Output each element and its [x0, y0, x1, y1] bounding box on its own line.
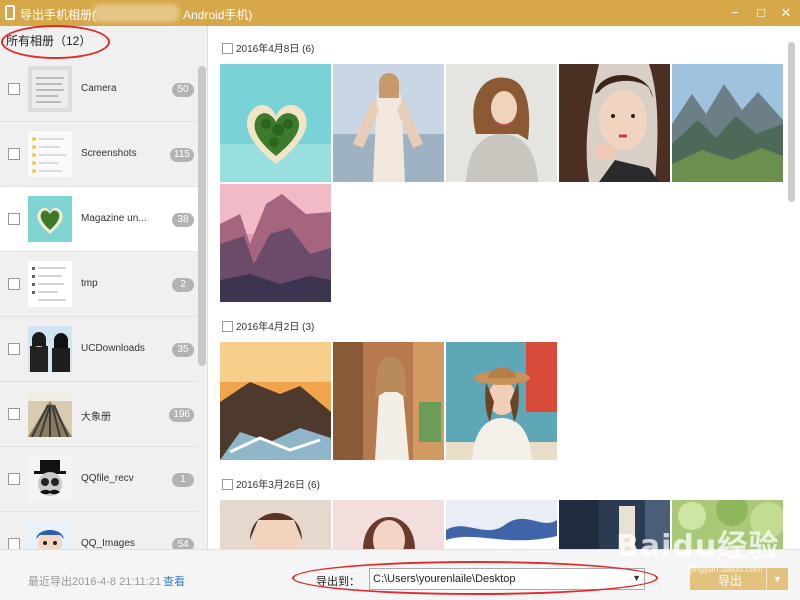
- photo-thumbnail[interactable]: [672, 64, 783, 182]
- album-thumbnail: [28, 66, 72, 112]
- album-thumbnail: [28, 391, 72, 437]
- photo-thumbnail[interactable]: [333, 500, 444, 549]
- photo-thumbnail[interactable]: [446, 500, 557, 549]
- annotation-oval-export-path: [292, 561, 658, 595]
- photo-thumbnail[interactable]: [220, 184, 331, 302]
- album-name: tmp: [81, 278, 98, 289]
- view-link[interactable]: 查看: [163, 576, 185, 588]
- album-thumbnail: [28, 196, 72, 242]
- date-group-label: 2016年4月8日 (6): [236, 44, 315, 55]
- baidu-watermark: Baidu经验: [616, 529, 780, 564]
- album-count-badge: 54: [172, 538, 194, 549]
- date-group-header[interactable]: 2016年4月8日 (6): [222, 40, 314, 55]
- phone-icon: [5, 5, 15, 20]
- date-group-label: 2016年4月2日 (3): [236, 322, 315, 333]
- date-group-header[interactable]: 2016年3月26日 (6): [222, 476, 320, 491]
- album-item-daxiangce[interactable]: 大象册 196: [0, 382, 198, 447]
- title-bar: 导出手机相册( Android手机) − □ ✕: [0, 0, 800, 26]
- album-checkbox[interactable]: [8, 343, 20, 355]
- album-name: Screenshots: [81, 148, 137, 159]
- album-sidebar: 所有相册（12） Camera 50 Screenshots 115 Magaz…: [0, 26, 208, 549]
- album-thumbnail: [28, 131, 72, 177]
- album-count-badge: 35: [172, 343, 194, 357]
- group-checkbox[interactable]: [222, 43, 233, 54]
- album-count-badge: 196: [169, 408, 194, 422]
- album-item-camera[interactable]: Camera 50: [0, 57, 198, 122]
- album-thumbnail: [28, 521, 72, 549]
- baidu-watermark-url: jingyan.baidu.com: [690, 564, 763, 574]
- date-group-header[interactable]: 2016年4月2日 (3): [222, 318, 314, 333]
- photo-grid-panel: 2016年4月8日 (6) 2016年4月2日 (3) 2016年3月26日 (…: [209, 26, 800, 549]
- album-checkbox[interactable]: [8, 408, 20, 420]
- album-checkbox[interactable]: [8, 83, 20, 95]
- window-title-device: Android手机): [183, 8, 253, 22]
- photo-thumbnail[interactable]: [559, 64, 670, 182]
- window-title: 导出手机相册(: [20, 8, 96, 22]
- album-name: QQfile_recv: [81, 473, 134, 484]
- album-item-qq-images[interactable]: QQ_Images 54: [0, 512, 198, 549]
- sidebar-scrollbar[interactable]: [198, 66, 206, 366]
- album-thumbnail: [28, 326, 72, 372]
- album-checkbox[interactable]: [8, 148, 20, 160]
- album-item-tmp[interactable]: tmp 2: [0, 252, 198, 317]
- album-count-badge: 50: [172, 83, 194, 97]
- export-button-label: 导出: [718, 574, 743, 588]
- export-dropdown-icon[interactable]: ▼: [766, 568, 788, 590]
- album-thumbnail: [28, 456, 72, 502]
- close-button[interactable]: ✕: [777, 4, 795, 22]
- photo-thumbnail[interactable]: [220, 64, 331, 182]
- album-count-badge: 115: [170, 148, 194, 162]
- album-name: 大象册: [81, 412, 111, 423]
- album-item-qqfile-recv[interactable]: QQfile_recv 1: [0, 447, 198, 512]
- album-checkbox[interactable]: [8, 473, 20, 485]
- album-item-screenshots[interactable]: Screenshots 115: [0, 122, 198, 187]
- album-name: UCDownloads: [81, 343, 145, 354]
- photo-thumbnail[interactable]: [446, 64, 557, 182]
- album-name: QQ_Images: [81, 538, 135, 549]
- recent-export-info: 最近导出2016-4-8 21:11:21 查看: [28, 573, 185, 589]
- album-count-badge: 38: [172, 213, 194, 227]
- album-item-magazine[interactable]: Magazine un... 38: [0, 187, 198, 252]
- album-item-ucdownloads[interactable]: UCDownloads 35: [0, 317, 198, 382]
- album-thumbnail: [28, 261, 72, 307]
- annotation-oval-album-count: [1, 25, 110, 59]
- album-name: Magazine un...: [81, 213, 147, 224]
- recent-export-text: 最近导出2016-4-8 21:11:21: [28, 576, 162, 588]
- album-checkbox[interactable]: [8, 538, 20, 549]
- minimize-button[interactable]: −: [726, 4, 744, 22]
- photo-thumbnail[interactable]: [220, 500, 331, 549]
- album-checkbox[interactable]: [8, 213, 20, 225]
- group-checkbox[interactable]: [222, 321, 233, 332]
- album-name: Camera: [81, 83, 117, 94]
- album-checkbox[interactable]: [8, 278, 20, 290]
- photo-grid-scrollbar[interactable]: [788, 42, 795, 202]
- photo-thumbnail[interactable]: [333, 64, 444, 182]
- photo-thumbnail[interactable]: [220, 342, 331, 460]
- album-count-badge: 2: [172, 278, 194, 292]
- date-group-label: 2016年3月26日 (6): [236, 480, 320, 491]
- photo-thumbnail[interactable]: [333, 342, 444, 460]
- group-checkbox[interactable]: [222, 479, 233, 490]
- maximize-button[interactable]: □: [752, 4, 770, 22]
- redacted-device-name: [92, 4, 180, 22]
- photo-thumbnail[interactable]: [446, 342, 557, 460]
- album-count-badge: 1: [172, 473, 194, 487]
